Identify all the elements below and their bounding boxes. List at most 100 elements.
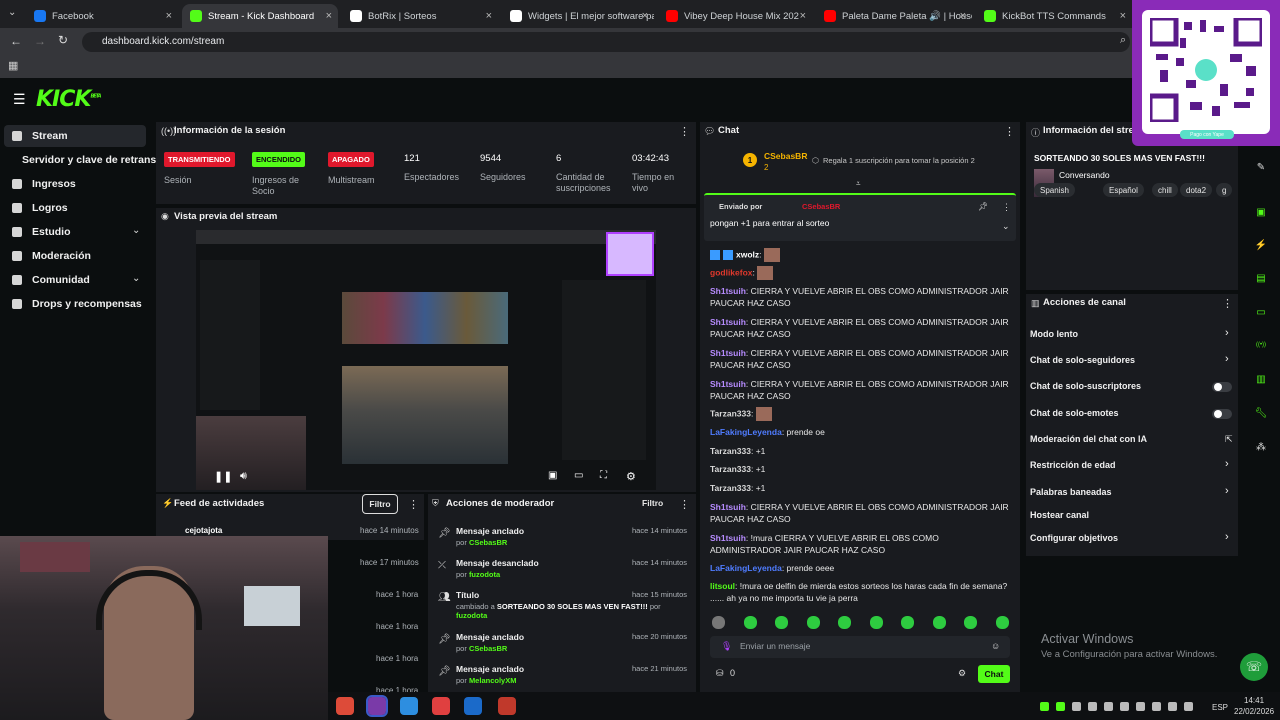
tab-close-icon[interactable]: × (1120, 10, 1126, 22)
zoom-icon[interactable]: ⌕ (1120, 34, 1126, 47)
url-field[interactable]: dashboard.kick.com/stream (82, 32, 1130, 52)
tray-icon[interactable] (1056, 702, 1065, 711)
theater-icon[interactable]: ▭ (574, 470, 583, 481)
stream-tag[interactable]: chill (1152, 183, 1178, 197)
stream-preview-video[interactable]: ❚❚ 🔊︎ ▣ ▭ ⛶ ⚙ (196, 230, 656, 490)
sidebar-item[interactable]: Stream (12, 125, 68, 147)
collapse-arrow-icon[interactable]: ⩡ (856, 179, 861, 189)
menu-icon[interactable]: ☰ (13, 91, 26, 108)
emote-icon[interactable] (901, 616, 914, 629)
emote-icon[interactable] (743, 616, 757, 629)
language-indicator[interactable]: ESP (1212, 703, 1228, 712)
emote-icon[interactable] (838, 616, 851, 629)
toggle-switch[interactable] (1212, 382, 1232, 392)
tab-close-icon[interactable]: × (326, 10, 332, 22)
mod-menu-icon[interactable]: ⋮ (679, 498, 690, 511)
external-link-icon[interactable]: ⇱ (1225, 434, 1233, 445)
chat-send-button[interactable]: Chat (978, 665, 1010, 683)
category-name[interactable]: Conversando (1059, 170, 1110, 180)
volume-icon[interactable]: 🔊︎ (240, 470, 247, 483)
chat-username[interactable]: Sh1tsuih (710, 348, 746, 358)
emote-icon[interactable] (806, 616, 820, 629)
tab-close-icon[interactable]: × (960, 10, 966, 22)
obs-icon[interactable] (366, 695, 388, 717)
browser-tab[interactable]: KickBot TTS Commands × (976, 4, 1132, 28)
sidebar-item[interactable]: Logros (12, 197, 68, 219)
forward-icon[interactable]: → (34, 34, 46, 48)
chevron-right-icon[interactable]: › (1225, 327, 1229, 339)
files-icon[interactable] (400, 697, 418, 715)
browser-tab[interactable]: Vibey Deep House Mix 202 × (658, 4, 812, 28)
chat-username[interactable]: LaFakingLeyenda (710, 563, 782, 573)
channel-action[interactable]: Restricción de edad (1030, 460, 1116, 470)
chevron-down-icon[interactable]: ⌄ (132, 273, 140, 284)
emote-icon[interactable] (932, 616, 946, 629)
fullscreen-icon[interactable]: ⛶ (600, 470, 607, 481)
sidebar-item[interactable]: Moderación (12, 245, 91, 267)
chat-username[interactable]: xwolz (736, 249, 759, 259)
chat-username[interactable]: Sh1tsuih (710, 317, 746, 327)
mod-action-user[interactable]: CSebasBR (469, 538, 507, 547)
list-icon[interactable]: ▤ (1254, 271, 1268, 285)
broadcast-icon[interactable]: ((•)) (1254, 338, 1268, 352)
back-icon[interactable]: ← (10, 34, 22, 48)
browser-tab[interactable]: Widgets | El mejor software pa × (502, 4, 654, 28)
tray-icon[interactable] (1040, 702, 1049, 711)
stream-tag[interactable]: dota2 (1180, 183, 1213, 197)
clock-time[interactable]: 14:41 (1244, 696, 1264, 705)
emoji-icon[interactable]: ☺ (991, 641, 1000, 651)
chat-username[interactable]: godlikefox (710, 267, 753, 277)
toggle-switch[interactable] (1212, 409, 1232, 419)
chevron-right-icon[interactable]: › (1225, 531, 1229, 543)
sidebar-item[interactable]: Drops y recompensas (12, 293, 142, 315)
session-menu-icon[interactable]: ⋮ (679, 125, 690, 138)
channel-action[interactable]: Chat de solo-seguidores (1030, 355, 1135, 365)
tab-close-icon[interactable]: × (642, 10, 648, 22)
tray-icon[interactable] (1120, 702, 1129, 711)
chevron-right-icon[interactable]: › (1225, 458, 1229, 470)
channel-actions-menu-icon[interactable]: ⋮ (1222, 297, 1233, 310)
chat-username[interactable]: Sh1tsuih (710, 502, 746, 512)
emote-icon[interactable] (775, 616, 788, 629)
tray-icon[interactable] (1184, 702, 1193, 711)
settings-icon[interactable]: ⚙ (626, 470, 636, 483)
chat-username[interactable]: Tarzan333 (710, 408, 751, 418)
clock-date[interactable]: 22/02/2026 (1234, 707, 1274, 716)
wrench-icon[interactable]: 🔧︎ (1254, 406, 1268, 420)
app-red-icon[interactable] (498, 697, 516, 715)
tray-icon[interactable] (1104, 702, 1113, 711)
mod-action-user[interactable]: fuzodota (456, 611, 487, 620)
mic-icon[interactable]: 🎙︎ (721, 641, 732, 652)
chat-username[interactable]: litsoul (710, 581, 735, 591)
chevron-down-icon[interactable]: ⌄ (132, 225, 140, 236)
channel-action[interactable]: Modo lento (1030, 329, 1078, 339)
chat-menu-icon[interactable]: ⋮ (1004, 125, 1015, 138)
chrome-icon[interactable] (336, 697, 354, 715)
browser-tab[interactable]: BotRix | Sorteos × (342, 4, 498, 28)
chat-username[interactable]: Sh1tsuih (710, 379, 746, 389)
chat-username[interactable]: Tarzan333 (710, 483, 751, 493)
channel-action[interactable]: Chat de solo-suscriptores (1030, 381, 1141, 391)
browser-tab[interactable]: Stream - Kick Dashboard × (182, 4, 338, 28)
chat-username[interactable]: Sh1tsuih (710, 286, 746, 296)
pin-icon[interactable]: 📌︎ (978, 202, 988, 211)
top-gifter-user[interactable]: CSebasBR (764, 151, 807, 161)
mod-action-user[interactable]: CSebasBR (469, 644, 507, 653)
tray-icon[interactable] (1168, 702, 1177, 711)
apps-grid-icon[interactable]: ▦ (8, 59, 18, 72)
emote-icon[interactable] (964, 616, 977, 629)
tray-icon[interactable] (1088, 702, 1097, 711)
pinned-expand-icon[interactable]: ⌄ (1002, 221, 1010, 232)
apps-icon[interactable]: ⁂ (1254, 440, 1268, 454)
emote-icon[interactable] (869, 616, 883, 629)
tab-close-icon[interactable]: × (166, 10, 172, 22)
mod-filter-button[interactable]: Filtro (642, 498, 663, 508)
pause-icon[interactable]: ❚❚ (214, 470, 232, 483)
bolt-icon[interactable]: ⚡ (1254, 238, 1268, 252)
screen-icon[interactable]: ▣ (1254, 205, 1268, 219)
points-icon[interactable]: ⛁ (716, 668, 724, 679)
steam-icon[interactable] (464, 697, 482, 715)
tray-icon[interactable] (1072, 702, 1081, 711)
stream-tag[interactable]: Spanish (1034, 183, 1075, 197)
mod-action-user[interactable]: MelancolyXM (469, 676, 517, 685)
